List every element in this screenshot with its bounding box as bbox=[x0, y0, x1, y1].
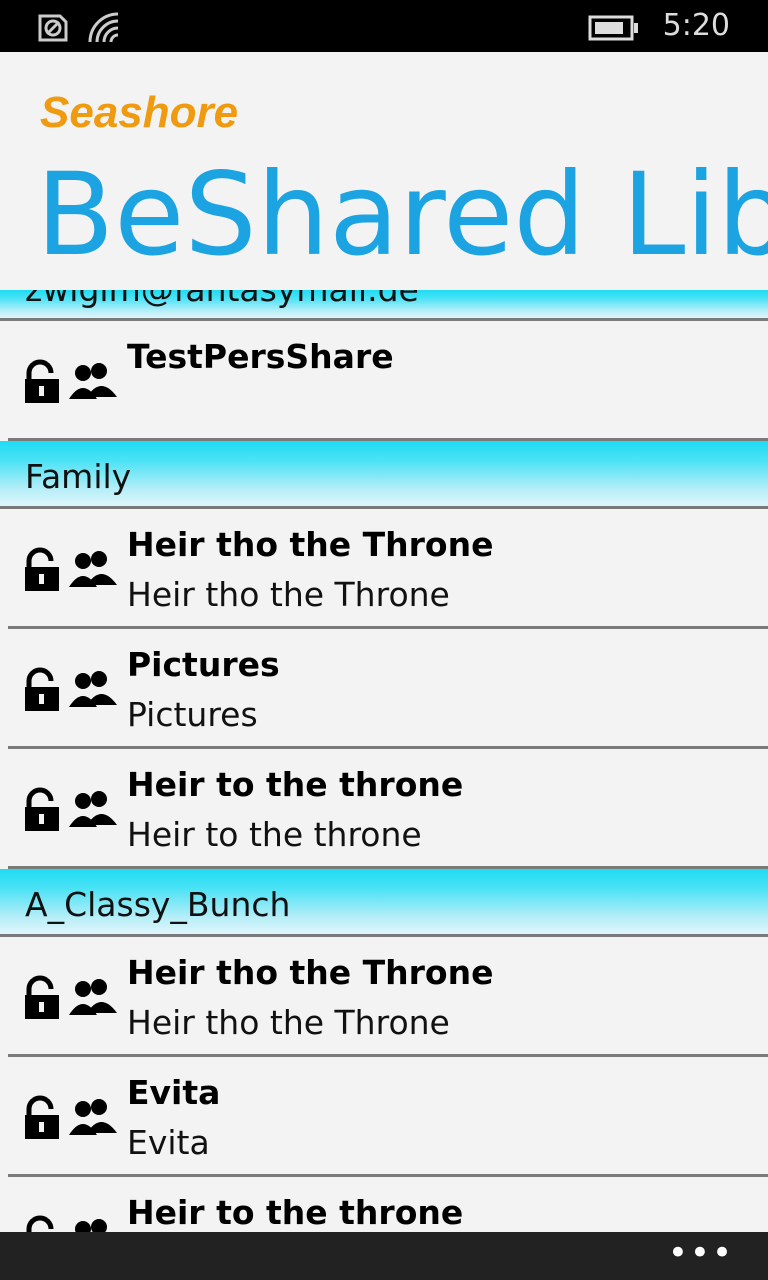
item-subtitle: Pictures bbox=[127, 695, 258, 734]
battery-icon bbox=[588, 15, 638, 41]
app-label: Seashore bbox=[40, 88, 239, 137]
app-bar: ••• bbox=[0, 1232, 768, 1280]
list-item[interactable]: Heir tho the Throne Heir tho the Throne bbox=[8, 937, 768, 1057]
lock-shared-icon bbox=[25, 547, 117, 591]
item-title: Heir tho the Throne bbox=[127, 953, 494, 992]
list-item[interactable]: Heir tho the Throne Heir tho the Throne bbox=[8, 509, 768, 629]
list-item[interactable]: Heir to the throne Heir to the throne bbox=[8, 749, 768, 869]
group-header-a-classy-bunch: A_Classy_Bunch bbox=[0, 869, 768, 937]
status-bar: 5:20 bbox=[0, 0, 768, 52]
item-title: Pictures bbox=[127, 645, 280, 684]
item-title: Heir to the throne bbox=[127, 765, 464, 804]
group-header: zwigim@fantasymail.de bbox=[0, 290, 768, 321]
more-options-button[interactable]: ••• bbox=[668, 1236, 734, 1270]
item-title: Heir to the throne bbox=[127, 1193, 464, 1232]
group-header-family: Family bbox=[0, 441, 768, 509]
wifi-icon bbox=[88, 12, 119, 43]
page-title: BeShared Libra bbox=[36, 148, 768, 281]
clock-time: 5:20 bbox=[662, 8, 730, 43]
item-subtitle: Heir tho the Throne bbox=[127, 575, 450, 614]
lock-shared-icon bbox=[26, 1215, 107, 1232]
group-header-label: Family bbox=[25, 457, 132, 496]
list-item[interactable]: Heir to the throne bbox=[8, 1177, 768, 1232]
lock-shared-icon bbox=[25, 1095, 117, 1139]
lock-shared-icon bbox=[25, 787, 117, 831]
item-subtitle: Heir to the throne bbox=[127, 815, 422, 854]
list-item[interactable]: Pictures Pictures bbox=[8, 629, 768, 749]
item-title: Heir tho the Throne bbox=[127, 525, 494, 564]
list-item[interactable]: Evita Evita bbox=[8, 1057, 768, 1177]
lock-shared-icon bbox=[25, 975, 117, 1019]
item-title: TestPersShare bbox=[127, 337, 394, 376]
page-header: Seashore BeShared Libra bbox=[0, 52, 768, 290]
list-item[interactable]: TestPersShare bbox=[8, 321, 768, 441]
lock-shared-icon bbox=[25, 359, 117, 403]
item-subtitle: Heir tho the Throne bbox=[127, 1003, 450, 1042]
item-subtitle: Evita bbox=[127, 1123, 210, 1162]
group-header-label: A_Classy_Bunch bbox=[25, 885, 291, 924]
group-header-label: zwigim@fantasymail.de bbox=[25, 290, 419, 309]
lock-shared-icon bbox=[25, 667, 117, 711]
shares-list[interactable]: zwigim@fantasymail.de TestPersShare Fami… bbox=[0, 290, 768, 1232]
item-title: Evita bbox=[127, 1073, 221, 1112]
sync-icon bbox=[38, 14, 68, 42]
